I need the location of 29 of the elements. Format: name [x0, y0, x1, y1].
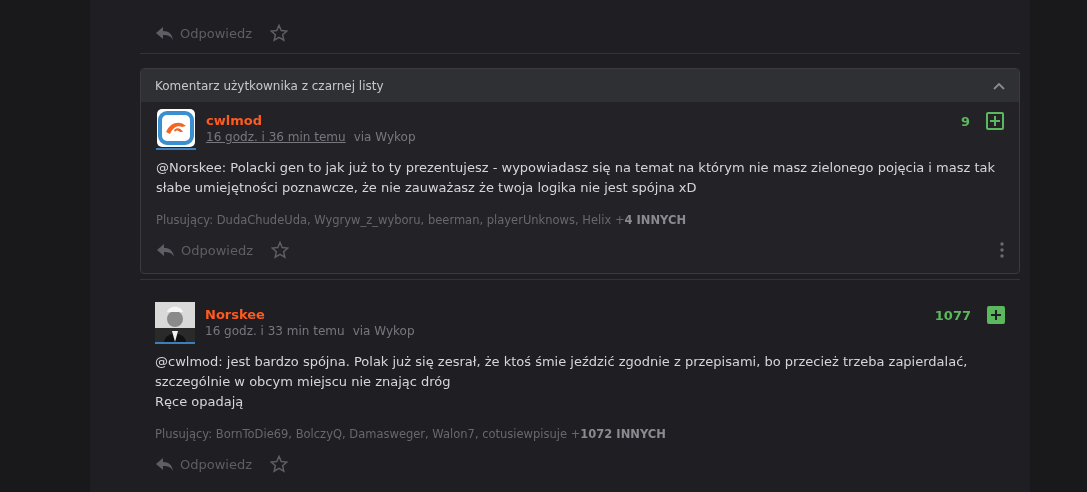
reply-button[interactable]: Odpowiedz — [155, 25, 252, 41]
reply-arrow-icon — [156, 242, 175, 258]
plus-icon — [991, 310, 1001, 320]
username-link[interactable]: Norskee — [205, 307, 935, 322]
reply-arrow-icon — [155, 456, 174, 472]
timestamp-link[interactable]: 16 godz. i 33 min temu — [205, 324, 345, 338]
comment-text: @cwlmod: jest bardzo spójna. Polak już się zesrał, że ktoś śmie jeździć zgodnie z przepisami, bo przecież trzeba zapierdalać, szczególnie w obcym miejscu nie znając dróg Ręce opadają — [155, 353, 969, 411]
vote-count: 9 — [960, 113, 970, 129]
more-options-icon[interactable] — [1000, 242, 1004, 258]
upvoters-list: Plusujący: BornToDie69, BolczyQ, Damasweger, Walon7, cotusiewpisuje +1072 INNYCH — [155, 427, 1005, 441]
star-icon[interactable] — [270, 24, 288, 42]
source-label: via Wykop — [353, 130, 416, 144]
panel-title: Komentarz użytkownika z czarnej listy — [155, 78, 384, 93]
avatar-logo-icon[interactable] — [156, 108, 196, 150]
upvote-button[interactable] — [987, 306, 1005, 324]
upvoters-list: Plusujący: DudaChudeUda, Wygryw_z_wyboru, beerman, playerUnknows, Helix +4 INNYCH — [156, 213, 1004, 227]
star-icon[interactable] — [271, 241, 289, 259]
reply-button[interactable]: Odpowiedz — [155, 456, 252, 472]
reply-button[interactable]: Odpowiedz — [156, 242, 253, 258]
username-link[interactable]: cwlmod — [206, 113, 961, 128]
vote-count: 1077 — [934, 307, 971, 323]
upvote-button[interactable] — [986, 112, 1004, 130]
source-label: via Wykop — [352, 324, 415, 338]
reply-arrow-icon — [155, 25, 174, 41]
caret-up-icon[interactable] — [993, 81, 1005, 90]
comment-text: @Norskee: Polacki gen to jak już to ty prezentujesz - wypowiadasz się na temat na którym nie masz zielonego pojęcia i masz tak słabe umiejętności poznawcze, że nie zauważasz że twoja logika nie jest spójna xD — [156, 159, 997, 197]
star-icon[interactable] — [270, 455, 288, 473]
plus-icon — [990, 116, 1000, 126]
timestamp-link[interactable]: 16 godz. i 36 min temu — [206, 130, 346, 144]
